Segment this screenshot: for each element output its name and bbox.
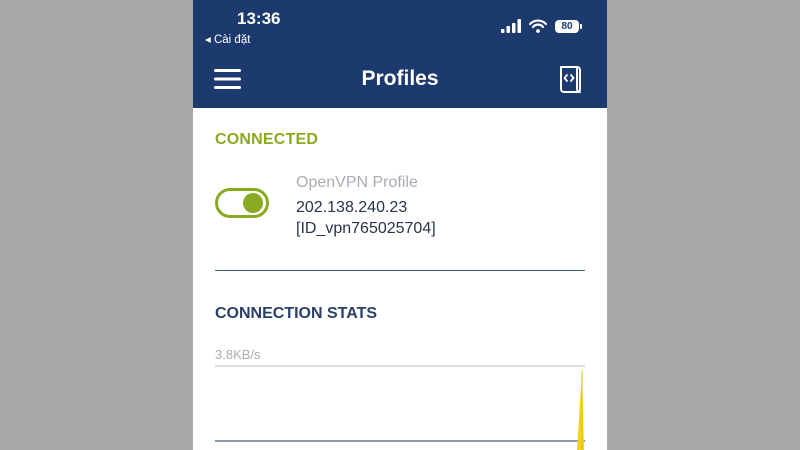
top-bar: 13:36 ◂ Cài đặt 80 Profiles xyxy=(193,0,607,108)
connection-stats-heading: CONNECTION STATS xyxy=(215,305,378,322)
chart-speed-spike xyxy=(577,371,584,450)
status-indicators: 80 xyxy=(501,17,582,35)
profile-name: OpenVPN Profile xyxy=(296,174,418,191)
wifi-icon xyxy=(529,19,547,33)
section-divider xyxy=(215,270,585,271)
import-profile-button[interactable] xyxy=(557,64,585,94)
profile-ip-address: 202.138.240.23 xyxy=(296,199,408,216)
signal-icon xyxy=(501,19,521,33)
profiles-panel: CONNECTED OpenVPN Profile 202.138.240.23… xyxy=(193,108,607,450)
status-time: 13:36 xyxy=(237,9,281,28)
connected-heading: CONNECTED xyxy=(215,131,319,148)
toggle-knob xyxy=(243,193,263,213)
phone-screen: 13:36 ◂ Cài đặt 80 Profiles CONNECTED Op… xyxy=(193,0,607,450)
page-title: Profiles xyxy=(361,67,439,90)
chart-speed-label: 3.8KB/s xyxy=(215,347,261,362)
document-code-icon xyxy=(560,66,581,93)
battery-icon: 80 xyxy=(555,19,582,33)
vpn-connection-toggle[interactable] xyxy=(215,188,269,218)
profile-id: [ID_vpn765025704] xyxy=(296,220,436,237)
back-to-settings-link[interactable]: ◂ Cài đặt xyxy=(205,32,250,46)
connection-speed-chart xyxy=(215,365,585,450)
